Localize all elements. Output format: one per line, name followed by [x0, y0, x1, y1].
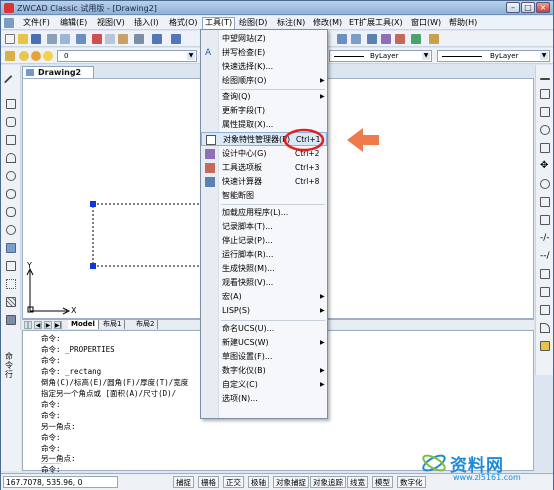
watermark-logo-icon [422, 454, 446, 472]
watermark-url: www.zl5161.com [453, 473, 521, 482]
highlight-circle [283, 128, 325, 152]
application-window: ZWCAD Classic 试用版 - [Drawing2] – □ × 文件(… [0, 0, 554, 490]
annotation-overlay [283, 128, 379, 152]
pointer-arrow [347, 128, 379, 152]
